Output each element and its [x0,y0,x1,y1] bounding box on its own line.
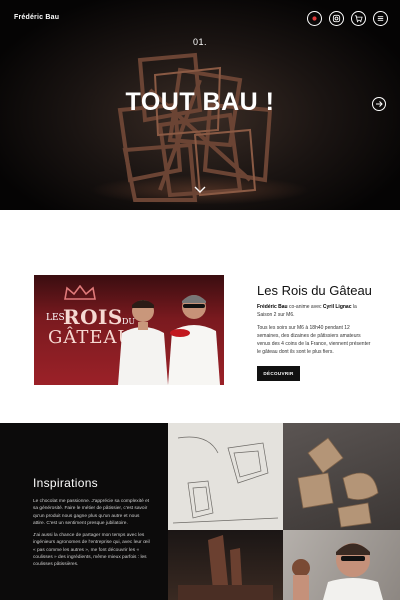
show-paragraph-1: Frédéric Bau co-anime avec Cyril Lignac … [257,303,373,319]
hero-title: TOUT BAU ! [125,88,275,116]
show-title: Les Rois du Gâteau [257,283,372,298]
logo-les-text: LES [46,313,65,323]
record-button[interactable] [307,11,322,26]
chocolate-shapes [178,535,273,600]
chef-figure-right [168,295,220,385]
inspirations-paragraph-1: Le chocolat me passionne. J'apprécie sa … [33,499,150,526]
sketch-image[interactable] [168,423,283,530]
record-icon [312,16,317,21]
header-icons [307,11,388,26]
show-image[interactable]: LES ROIS DU GÂTEAU [34,275,224,385]
slide-number: 01. [192,37,207,47]
menu-button[interactable] [373,11,388,26]
instagram-button[interactable] [329,11,344,26]
instagram-icon [332,14,341,23]
show-text-part: co-anime avec [287,304,323,310]
discover-button[interactable]: DÉCOUVRIR [257,366,300,381]
menu-icon [377,16,384,21]
chocolate-sculpture-image[interactable] [168,530,283,600]
crown-icon [64,285,96,300]
next-slide-button[interactable] [372,97,386,111]
chef-portrait [292,543,383,600]
show-host-name: Frédéric Bau [257,304,288,310]
chef-portrait-image[interactable] [283,530,400,600]
tv-show-section: LES ROIS DU GÂTEAU Les Rois du Gâteau Fr… [0,210,400,423]
brand-logo[interactable]: Frédéric Bau [14,14,59,21]
chevron-down-icon[interactable] [194,186,206,194]
inspirations-paragraph-2: J'ai aussi la chance de partager mon tem… [33,533,150,568]
arrow-right-icon [376,101,383,107]
inspirations-description: Le chocolat me passionne. J'apprécie sa … [33,498,151,569]
inspirations-section: Inspirations Le chocolat me passionne. J… [0,423,400,600]
cart-icon [354,15,363,23]
hero-slider: Frédéric Bau 01. TOUT BAU ! [0,0,400,210]
hero-sculpture-image [117,52,273,202]
sketch-drawing [172,436,279,524]
wood-sculpture-image[interactable] [283,423,400,530]
inspirations-title: Inspirations [33,476,98,490]
wood-shapes [297,437,379,528]
cart-button[interactable] [351,11,366,26]
show-description: Frédéric Bau co-anime avec Cyril Lignac … [257,303,373,356]
show-cohost-name: Cyril Lignac [322,304,352,310]
show-paragraph-2: Tous les soirs sur M6 à 18h40 pendant 12… [257,325,371,355]
